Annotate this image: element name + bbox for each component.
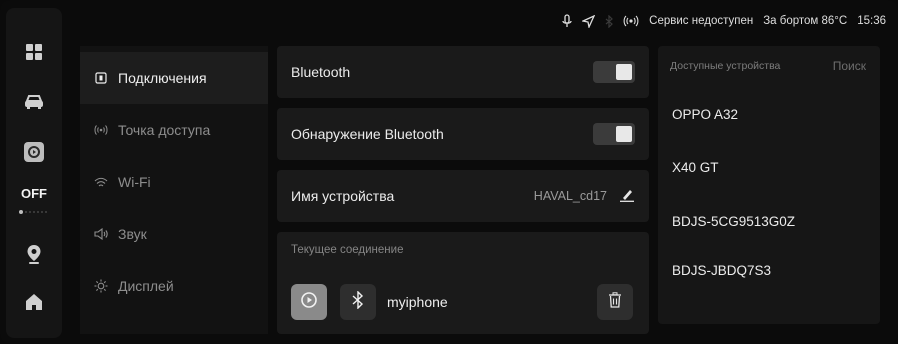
current-connection-title: Текущее соединение [291, 244, 404, 256]
available-device-item[interactable]: BDJS-5CG9513G0Z [672, 214, 795, 229]
signal-icon [623, 15, 639, 27]
device-name-row[interactable]: Имя устройства HAVAL_cd17 [277, 170, 649, 222]
available-devices-title: Доступные устройства [670, 60, 781, 72]
toggle-knob [616, 64, 632, 80]
delete-device-button[interactable] [597, 284, 633, 320]
bluetooth-label: Bluetooth [291, 64, 351, 80]
settings-menu: Подключения Точка доступа Wi-Fi Звук Дис… [80, 46, 268, 334]
microphone-icon [562, 14, 572, 28]
bluetooth-discovery-row: Обнаружение Bluetooth [277, 108, 649, 160]
search-button[interactable]: Поиск [833, 59, 866, 73]
menu-item-hotspot[interactable]: Точка доступа [80, 104, 268, 156]
bluetooth-settings-panel: Bluetooth Обнаружение Bluetooth Имя устр… [277, 46, 649, 334]
available-device-item[interactable]: OPPO A32 [672, 107, 738, 122]
device-name-value: HAVAL_cd17 [533, 189, 607, 203]
bluetooth-discovery-toggle[interactable] [593, 123, 635, 145]
speaker-icon [94, 227, 108, 241]
bluetooth-toggle[interactable] [593, 61, 635, 83]
service-status-text: Сервис недоступен [649, 15, 754, 27]
edit-pencil-icon[interactable] [619, 188, 635, 205]
trash-icon [608, 291, 622, 313]
menu-item-label: Дисплей [118, 278, 174, 294]
location-pin-icon[interactable] [16, 236, 52, 272]
left-dock: OFF [6, 8, 62, 338]
available-device-item[interactable]: X40 GT [672, 160, 719, 175]
media-player-icon[interactable] [16, 134, 52, 170]
bluetooth-status-icon [605, 14, 614, 28]
media-play-button[interactable] [291, 284, 327, 320]
menu-item-label: Точка доступа [118, 122, 211, 138]
connected-device-name: myiphone [387, 294, 448, 310]
navigation-arrow-icon [582, 14, 596, 28]
menu-item-label: Звук [118, 226, 147, 242]
status-bar: Сервис недоступен За бортом 86°C 15:36 [562, 8, 886, 34]
media-play-icon [300, 291, 318, 314]
menu-item-sound[interactable]: Звук [80, 208, 268, 260]
clock: 15:36 [857, 15, 886, 27]
current-connection-card: Текущее соединение myiphone [277, 232, 649, 334]
menu-item-connections[interactable]: Подключения [80, 52, 268, 104]
menu-item-wifi[interactable]: Wi-Fi [80, 156, 268, 208]
available-devices-panel: Доступные устройства Поиск OPPO A32 X40 … [658, 46, 880, 324]
car-icon[interactable] [16, 84, 52, 120]
available-device-item[interactable]: BDJS-JBDQ7S3 [672, 263, 771, 278]
device-name-label: Имя устройства [291, 188, 395, 204]
dock-off-indicator [18, 202, 50, 214]
menu-item-label: Подключения [118, 70, 207, 86]
bluetooth-discovery-label: Обнаружение Bluetooth [291, 126, 444, 142]
hotspot-icon [94, 123, 108, 137]
home-icon[interactable] [16, 284, 52, 320]
bluetooth-icon [352, 289, 364, 314]
bluetooth-row: Bluetooth [277, 46, 649, 98]
dock-off-label[interactable]: OFF [10, 186, 58, 201]
outside-temperature: За бортом 86°C [763, 15, 848, 27]
bluetooth-device-button[interactable] [340, 284, 376, 320]
menu-item-display[interactable]: Дисплей [80, 260, 268, 312]
connection-icon [94, 71, 108, 85]
wifi-icon [94, 175, 108, 189]
apps-grid-icon[interactable] [16, 34, 52, 70]
toggle-knob [616, 126, 632, 142]
brightness-icon [94, 279, 108, 293]
menu-item-label: Wi-Fi [118, 174, 151, 190]
